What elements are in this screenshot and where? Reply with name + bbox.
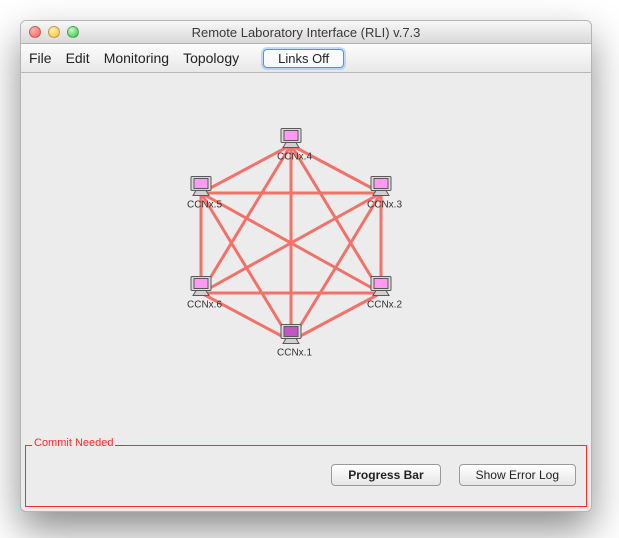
topology-link	[291, 193, 381, 341]
computer-icon	[369, 276, 393, 298]
computer-icon	[279, 324, 303, 346]
topology-link	[201, 193, 381, 293]
zoom-icon[interactable]	[67, 26, 79, 38]
commit-panel: Commit Needed Progress Bar Show Error Lo…	[25, 445, 587, 507]
topology-node[interactable]: CCNx.2	[367, 276, 395, 311]
status-buttons: Progress Bar Show Error Log	[331, 464, 576, 486]
window-title: Remote Laboratory Interface (RLI) v.7.3	[21, 25, 591, 40]
links-layer	[21, 73, 591, 435]
menubar: File Edit Monitoring Topology Links Off	[21, 44, 591, 73]
traffic-lights	[29, 26, 79, 38]
minimize-icon[interactable]	[48, 26, 60, 38]
topology-link	[201, 145, 291, 293]
topology-link	[291, 145, 381, 293]
progress-bar-button[interactable]: Progress Bar	[331, 464, 440, 486]
topology-node[interactable]: CCNx.6	[187, 276, 215, 311]
topology-node[interactable]: CCNx.5	[187, 176, 215, 211]
topology-canvas[interactable]: CCNx.1 CCNx.2 CCNx.3 CCNx.4 CCNx.5 CCNx.6	[21, 73, 591, 435]
computer-icon	[189, 176, 213, 198]
node-label: CCNx.1	[277, 348, 305, 359]
close-icon[interactable]	[29, 26, 41, 38]
menu-file[interactable]: File	[29, 50, 52, 66]
node-label: CCNx.5	[187, 200, 215, 211]
show-error-log-button[interactable]: Show Error Log	[459, 464, 576, 486]
node-label: CCNx.2	[367, 300, 395, 311]
titlebar: Remote Laboratory Interface (RLI) v.7.3	[21, 21, 591, 44]
node-label: CCNx.6	[187, 300, 215, 311]
links-toggle-button[interactable]: Links Off	[263, 49, 344, 68]
topology-node[interactable]: CCNx.1	[277, 324, 305, 359]
node-label: CCNx.3	[367, 200, 395, 211]
topology-link	[201, 193, 291, 341]
menu-monitoring[interactable]: Monitoring	[104, 50, 169, 66]
progress-bar-label: Progress Bar	[348, 468, 423, 482]
menu-topology[interactable]: Topology	[183, 50, 239, 66]
computer-icon	[189, 276, 213, 298]
computer-icon	[369, 176, 393, 198]
menu-edit[interactable]: Edit	[66, 50, 90, 66]
topology-node[interactable]: CCNx.3	[367, 176, 395, 211]
node-label: CCNx.4	[277, 152, 305, 163]
app-window: Remote Laboratory Interface (RLI) v.7.3 …	[20, 20, 592, 512]
topology-link	[201, 193, 381, 293]
commit-legend: Commit Needed	[32, 437, 115, 449]
computer-icon	[279, 128, 303, 150]
topology-node[interactable]: CCNx.4	[277, 128, 305, 163]
